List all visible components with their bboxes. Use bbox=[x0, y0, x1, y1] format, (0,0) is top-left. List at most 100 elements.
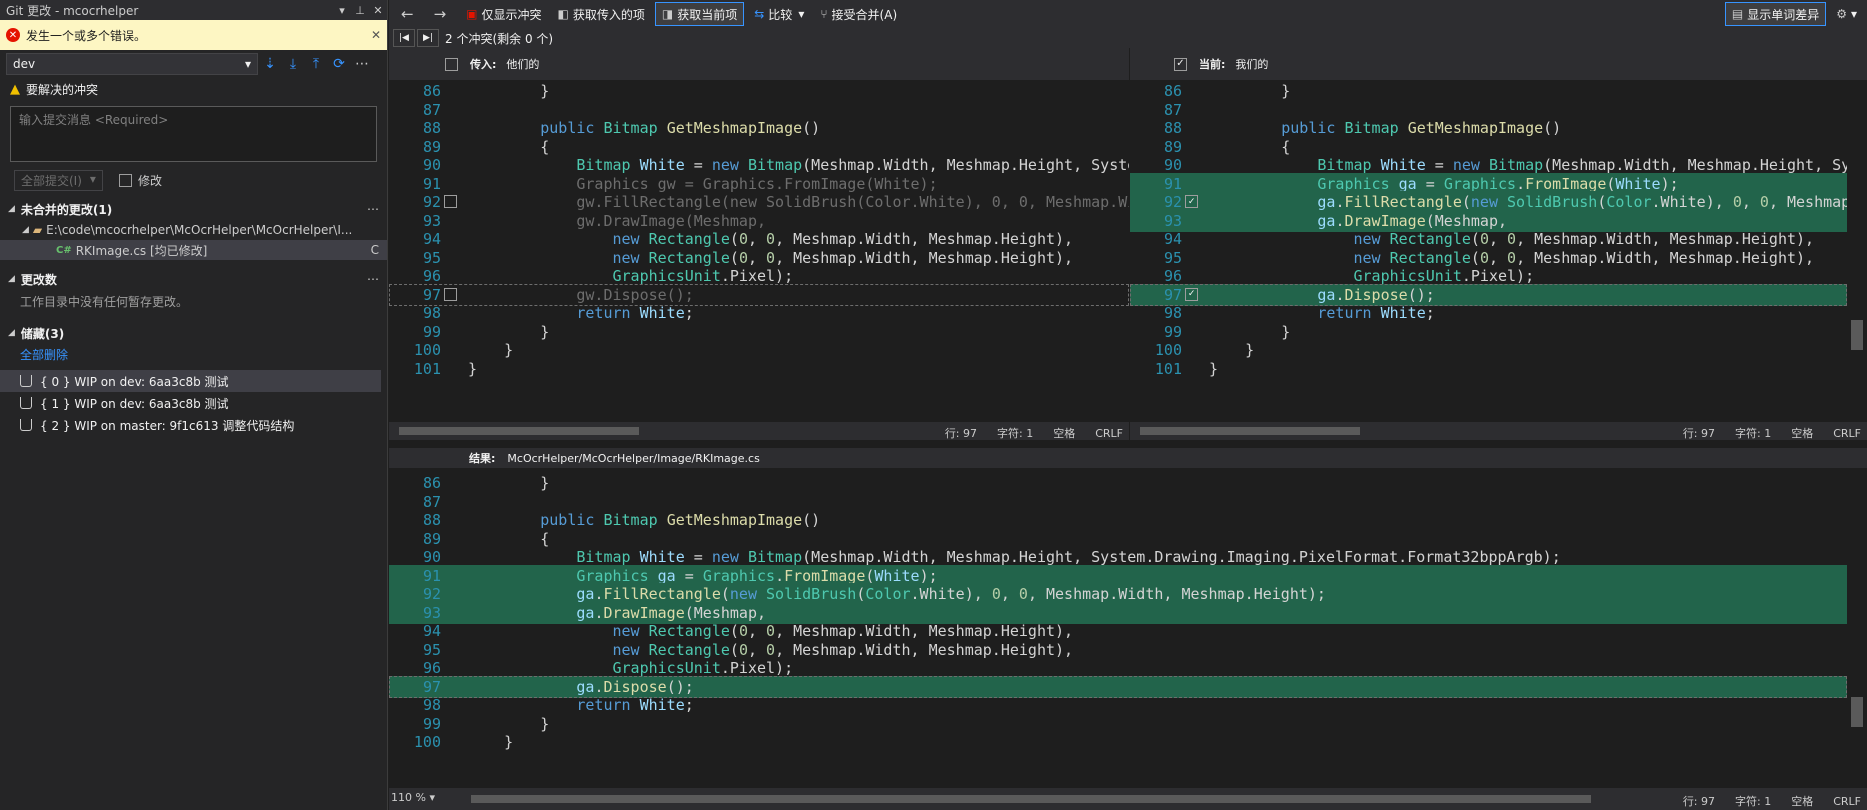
scroll-thumb[interactable] bbox=[1851, 320, 1863, 350]
warning-icon: ▲ bbox=[10, 81, 20, 97]
line-number: 100 bbox=[413, 733, 441, 751]
show-word-diff-label: 显示单词差异 bbox=[1747, 7, 1820, 22]
accept-line-checkbox[interactable] bbox=[444, 287, 457, 301]
stash-item[interactable]: { 2 } WIP on master: 9f1c613 调整代码结构 bbox=[0, 414, 381, 436]
result-scrollbar[interactable] bbox=[1847, 472, 1867, 788]
stashes-section-header[interactable]: ◢ 储藏(3) bbox=[0, 322, 387, 344]
result-header: 结果: McOcrHelper/McOcrHelper/Image/RKImage… bbox=[389, 448, 1867, 468]
take-incoming-label: 获取传入的项 bbox=[572, 7, 645, 22]
error-message: 发生一个或多个错误。 bbox=[26, 28, 147, 43]
result-label: 结果: bbox=[469, 452, 496, 465]
unmerged-section-header[interactable]: ◢ 未合并的更改(1) ⋯ bbox=[0, 198, 387, 220]
only-conflicts-button[interactable]: ▣ 仅显示冲突 bbox=[460, 2, 547, 26]
code-line: 101} bbox=[1130, 358, 1847, 380]
branch-select[interactable]: dev ▾ bbox=[6, 53, 258, 75]
pin-icon[interactable]: ⊥ bbox=[351, 4, 369, 17]
close-icon[interactable]: ✕ bbox=[369, 4, 387, 17]
take-incoming-button[interactable]: ◧ 获取传入的项 bbox=[552, 2, 651, 26]
eol-status: CRLF bbox=[1095, 427, 1123, 440]
pull-icon[interactable]: ⤓ bbox=[282, 56, 304, 72]
sync-icon[interactable]: ⟳ bbox=[328, 56, 350, 72]
incoming-who: 他们的 bbox=[506, 58, 540, 71]
scroll-thumb[interactable] bbox=[1851, 697, 1863, 727]
more-icon[interactable]: ⋯ bbox=[367, 272, 379, 286]
expand-icon: ◢ bbox=[8, 274, 15, 284]
accept-merge-label: 接受合并(A) bbox=[831, 7, 898, 22]
code-text: } bbox=[468, 733, 514, 751]
stash-item[interactable]: { 1 } WIP on dev: 6aa3c8b 测试 bbox=[0, 392, 381, 414]
gear-icon: ⚙ bbox=[1836, 7, 1847, 21]
eol-status: CRLF bbox=[1833, 427, 1861, 440]
back-button[interactable]: ← bbox=[395, 2, 424, 26]
first-conflict-button[interactable]: |◀ bbox=[393, 29, 415, 47]
file-status: C bbox=[370, 243, 379, 257]
push-icon[interactable]: ⤒ bbox=[305, 56, 327, 72]
commit-all-button[interactable]: 全部提交(I) ▾ bbox=[14, 169, 103, 191]
delete-all-stashes-link[interactable]: 全部删除 bbox=[0, 344, 387, 364]
conflict-warning[interactable]: ▲ 要解决的冲突 bbox=[0, 78, 387, 100]
settings-button[interactable]: ⚙ ▾ bbox=[1830, 2, 1863, 26]
only-conflicts-label: 仅显示冲突 bbox=[481, 7, 542, 22]
expand-icon: ◢ bbox=[8, 204, 15, 214]
amend-checkbox[interactable] bbox=[118, 173, 132, 187]
h-scroll-thumb[interactable] bbox=[399, 427, 639, 435]
accept-line-checkbox[interactable]: ✓ bbox=[1185, 195, 1198, 208]
stash-label: { 2 } WIP on master: 9f1c613 调整代码结构 bbox=[40, 418, 295, 433]
conflict-warning-label: 要解决的冲突 bbox=[26, 82, 99, 97]
dismiss-icon[interactable]: ✕ bbox=[371, 28, 381, 42]
line-status: 行: 97 bbox=[1682, 427, 1716, 440]
compare-icon: ⇆ bbox=[754, 7, 765, 21]
accept-merge-button[interactable]: ⑂ 接受合并(A) bbox=[814, 2, 903, 26]
error-icon: ✕ bbox=[6, 28, 20, 42]
arrow-right-icon: → bbox=[433, 5, 447, 23]
stash-item[interactable]: { 0 } WIP on dev: 6aa3c8b 测试 bbox=[0, 370, 381, 392]
changes-section-header[interactable]: ◢ 更改数 ⋯ bbox=[0, 268, 387, 290]
stash-icon bbox=[20, 375, 32, 387]
folder-row[interactable]: ◢ ▰ E:\code\mcocrhelper\McOcrHelper\McOcrH… bbox=[0, 220, 387, 240]
unmerged-title: 未合并的更改(1) bbox=[20, 202, 113, 217]
conflict-count: 2 个冲突(剩余 0 个) bbox=[445, 31, 554, 46]
chevron-down-icon: ▾ bbox=[244, 57, 251, 71]
accept-line-checkbox[interactable] bbox=[444, 195, 457, 208]
code-line: 100 } bbox=[389, 731, 1847, 753]
dropdown-icon[interactable]: ▾ bbox=[333, 4, 351, 17]
current-checkbox[interactable]: ✓ bbox=[1174, 57, 1187, 71]
show-word-diff-button[interactable]: ▤ 显示单词差异 bbox=[1724, 2, 1827, 26]
stash-label: { 1 } WIP on dev: 6aa3c8b 测试 bbox=[40, 396, 229, 411]
result-pane[interactable]: 86 } 87 88 public Bitmap GetMeshmapImage()… bbox=[389, 472, 1847, 788]
folder-icon: ▰ bbox=[32, 223, 43, 237]
stashes-title: 储藏(3) bbox=[20, 326, 65, 341]
incoming-checkbox[interactable] bbox=[445, 57, 458, 71]
incoming-pane[interactable]: 86 } 87 88 public Bitmap GetMeshmapImage()… bbox=[389, 80, 1129, 422]
incoming-status: 行: 97 字符: 1 空格 CRLF bbox=[389, 422, 1129, 440]
more-icon[interactable]: ⋯ bbox=[367, 202, 379, 216]
compare-label: 比较 bbox=[768, 7, 793, 22]
current-label: 当前: bbox=[1199, 58, 1226, 71]
h-scroll-thumb[interactable] bbox=[471, 795, 1591, 803]
merge-icon: ⑂ bbox=[820, 7, 828, 21]
more-icon[interactable]: ⋯ bbox=[351, 56, 373, 72]
compare-button[interactable]: ⇆ 比较 ▾ bbox=[748, 2, 810, 26]
current-scrollbar[interactable] bbox=[1847, 80, 1867, 422]
commit-all-label: 全部提交(I) bbox=[21, 173, 82, 188]
fetch-icon[interactable]: ⇣ bbox=[259, 56, 281, 72]
line-number: 101 bbox=[1154, 359, 1182, 378]
chevron-down-icon: ▾ bbox=[798, 7, 805, 21]
ws-status: 空格 bbox=[1791, 427, 1814, 440]
expand-icon: ◢ bbox=[8, 328, 15, 338]
next-conflict-button[interactable]: ▶| bbox=[417, 29, 439, 47]
expand-icon: ◢ bbox=[22, 225, 29, 235]
folder-path: E:\code\mcocrhelper\McOcrHelper\McOcrHel… bbox=[46, 223, 353, 237]
conflict-file-row[interactable]: C# RKImage.cs [均已修改] C bbox=[0, 240, 387, 260]
merge-toolbar: ← → ▣ 仅显示冲突 ◧ 获取传入的项 ◨ 获取当前项 ⇆ 比较 ▾ ⑂ 接受合并(A) … bbox=[389, 0, 1867, 28]
current-pane[interactable]: 86 } 87 88 public Bitmap GetMeshmapImage()… bbox=[1130, 80, 1847, 422]
h-scroll-thumb[interactable] bbox=[1140, 427, 1360, 435]
current-header: ✓ 当前: 我们的 bbox=[1130, 48, 1867, 80]
amend-label: 修改 bbox=[137, 173, 162, 188]
commit-message-input[interactable]: 输入提交消息 <Required> bbox=[10, 106, 377, 162]
zoom-select[interactable]: 110 % ▾ bbox=[391, 791, 435, 804]
forward-button[interactable]: → bbox=[428, 2, 457, 26]
accept-line-checkbox[interactable]: ✓ bbox=[1185, 287, 1198, 301]
changes-title: 更改数 bbox=[20, 272, 57, 287]
take-current-button[interactable]: ◨ 获取当前项 bbox=[654, 2, 745, 26]
